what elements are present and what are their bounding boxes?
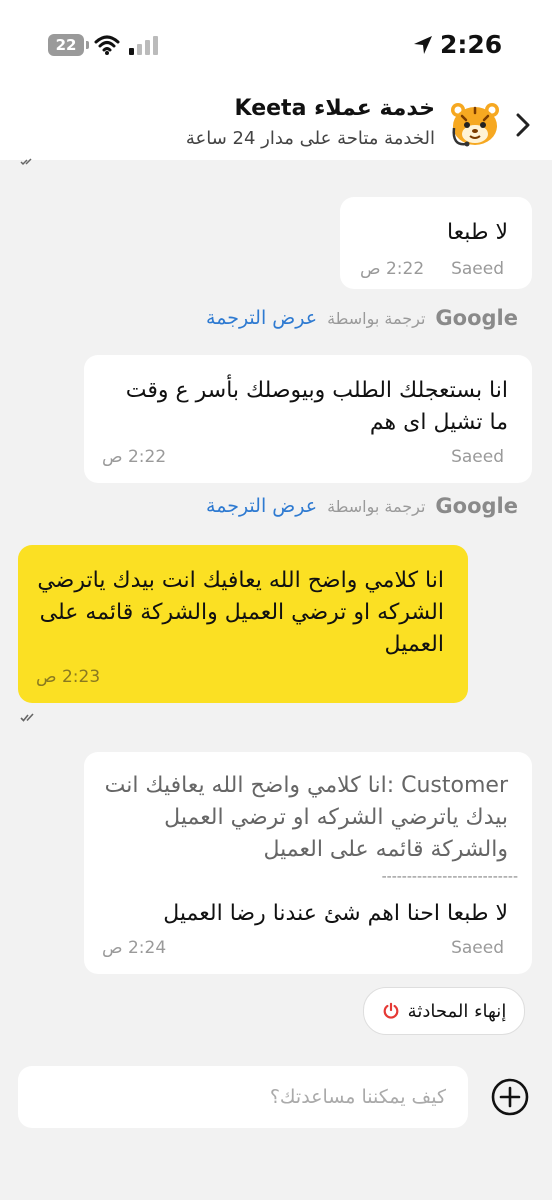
message-bubble-agent: انا بستعجلك الطلب وبيوصلك بأسر ع وقت ما …	[84, 355, 532, 483]
translated-by-label: ترجمة بواسطة	[327, 308, 426, 328]
double-check-icon	[20, 713, 34, 722]
message-time: 2:23 ص	[36, 667, 101, 687]
show-translation-link[interactable]: عرض الترجمة	[206, 307, 317, 329]
end-chat-button[interactable]: إنهاء المحادثة	[363, 987, 525, 1035]
message-bubble-agent: لا طبعا Saeed 2:22 ص	[340, 197, 532, 289]
battery-icon: 22	[48, 34, 89, 56]
message-time: 2:24 ص	[102, 938, 167, 958]
double-check-icon	[20, 158, 32, 166]
message-text: لا طبعا	[446, 220, 508, 245]
google-logo: Google	[435, 494, 518, 518]
keeta-logo-icon	[451, 103, 499, 147]
translation-row: عرض الترجمة ترجمة بواسطة Google	[206, 305, 518, 331]
message-text: انا كلامي واضح الله يعافيك انت بيدك ياتر…	[37, 568, 444, 657]
end-chat-label: إنهاء المحادثة	[407, 1000, 507, 1022]
quote-separator: ---------------------------	[381, 870, 518, 884]
message-sender: Saeed	[451, 938, 504, 958]
translated-by-label: ترجمة بواسطة	[327, 496, 426, 516]
message-bubble-own: انا كلامي واضح الله يعافيك انت بيدك ياتر…	[18, 545, 468, 703]
quoted-message: Customer :انا كلامي واضح الله يعافيك انت…	[104, 773, 508, 862]
power-icon	[383, 1002, 399, 1019]
plus-circle-icon[interactable]	[490, 1077, 530, 1117]
back-chevron-icon[interactable]	[512, 110, 534, 140]
location-arrow-icon	[414, 36, 432, 54]
chat-header: خدمة عملاء Keeta الخدمة متاحة على مدار 2…	[0, 90, 552, 160]
wifi-icon	[94, 35, 120, 55]
message-input-container	[18, 1066, 468, 1128]
message-time: 2:22 ص	[102, 447, 167, 467]
battery-level: 22	[55, 36, 77, 54]
status-time: 2:26	[440, 30, 503, 59]
message-bubble-agent: Customer :انا كلامي واضح الله يعافيك انت…	[84, 752, 532, 974]
message-time: 2:22 ص	[360, 259, 425, 279]
chat-subtitle: الخدمة متاحة على مدار 24 ساعة	[185, 128, 435, 149]
signal-icon	[129, 36, 158, 55]
message-sender: Saeed	[451, 259, 504, 279]
translation-row: عرض الترجمة ترجمة بواسطة Google	[206, 493, 518, 519]
chat-title: خدمة عملاء Keeta	[234, 96, 435, 121]
message-text: انا بستعجلك الطلب وبيوصلك بأسر ع وقت ما …	[125, 378, 508, 435]
message-input[interactable]	[18, 1066, 468, 1128]
message-text: لا طبعا احنا اهم شئ عندنا رضا العميل	[163, 901, 508, 926]
status-bar: 22 2:26	[0, 0, 552, 90]
google-logo: Google	[435, 306, 518, 330]
message-sender: Saeed	[451, 447, 504, 467]
show-translation-link[interactable]: عرض الترجمة	[206, 495, 317, 517]
